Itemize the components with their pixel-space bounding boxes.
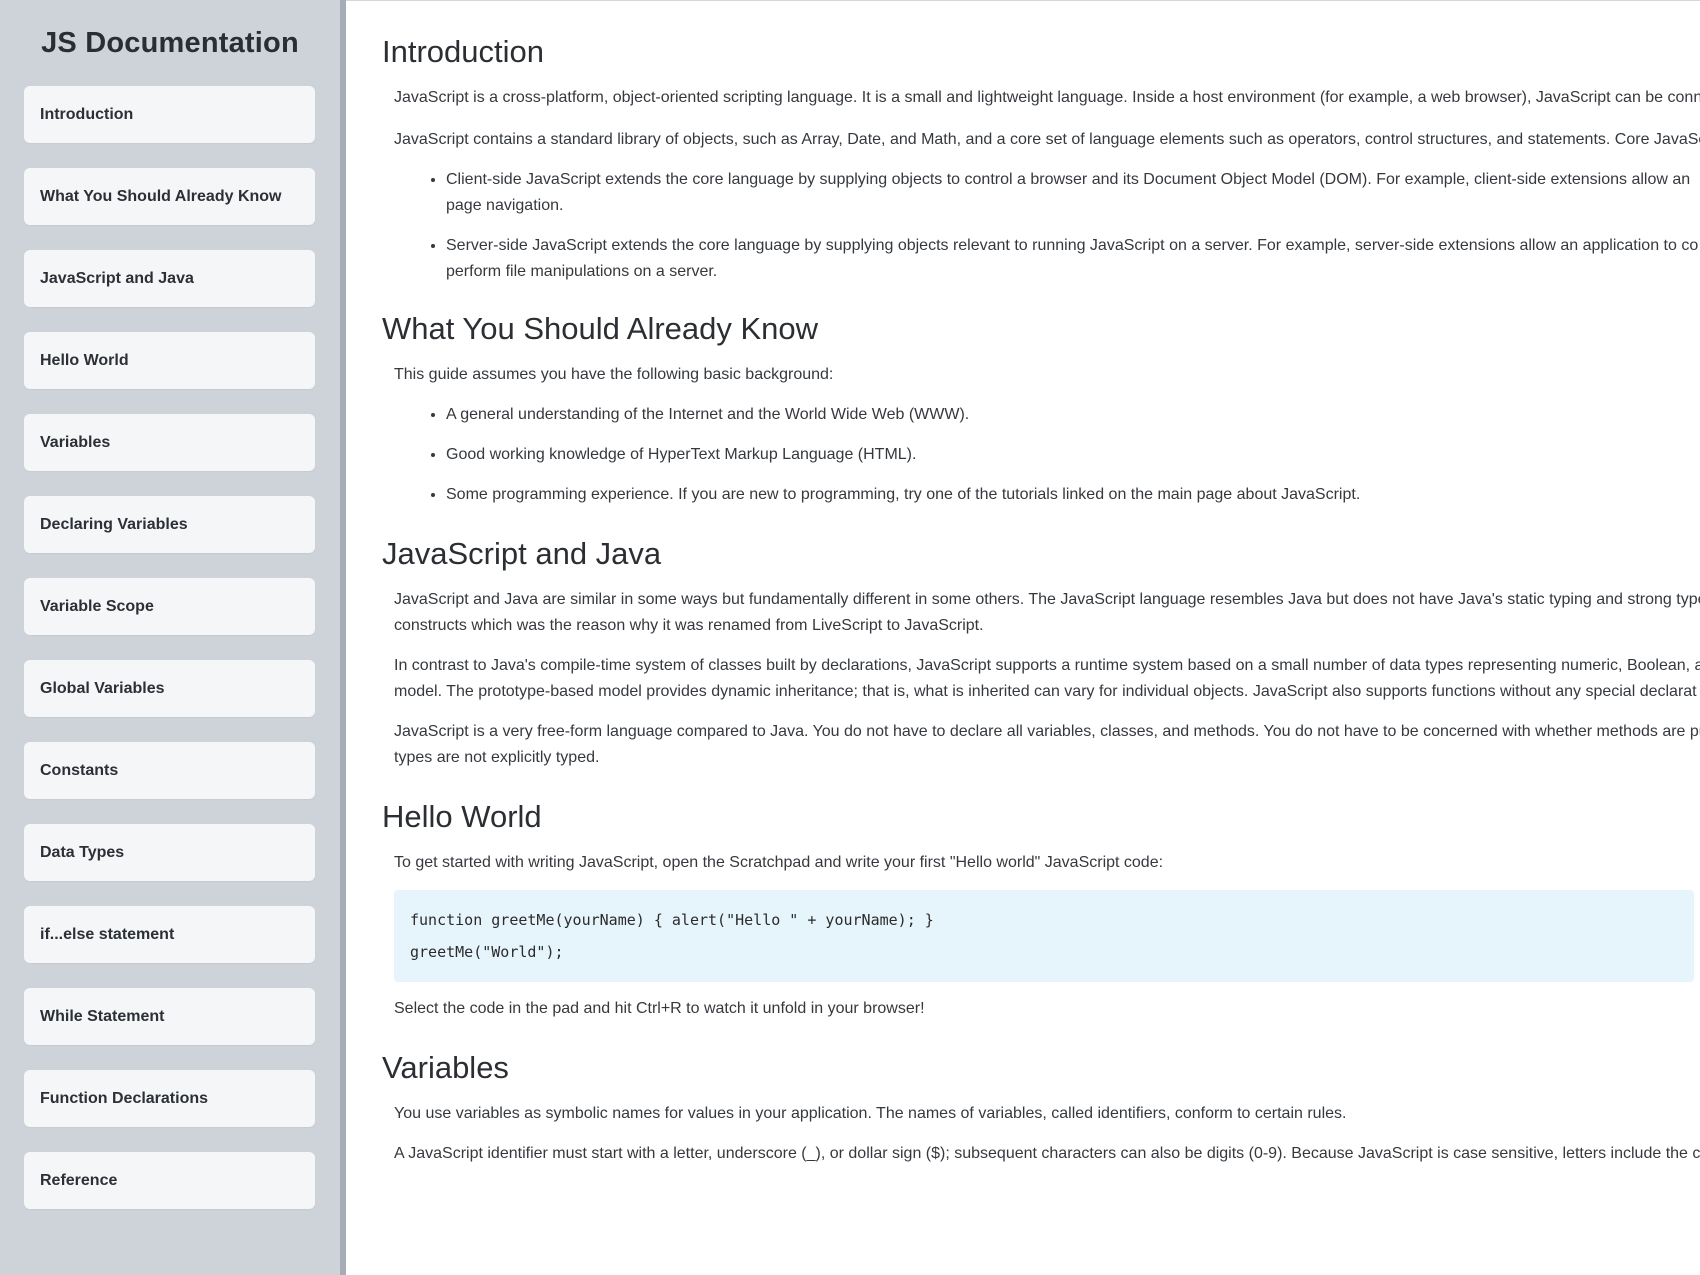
- nav-link-javascript-and-java[interactable]: JavaScript and Java: [24, 250, 315, 307]
- nav-link-variable-scope[interactable]: Variable Scope: [24, 578, 315, 635]
- navbar: JS Documentation Introduction What You S…: [0, 0, 346, 1275]
- paragraph: JavaScript is a very free-form language …: [394, 723, 1700, 766]
- section-javascript-and-java: JavaScript and Java JavaScript and Java …: [382, 508, 1700, 771]
- paragraph: JavaScript is a cross-platform, object-o…: [394, 89, 1700, 106]
- paragraph: You use variables as symbolic names for …: [394, 1105, 1347, 1122]
- nav-link-reference[interactable]: Reference: [24, 1152, 315, 1209]
- bullet-list: A general understanding of the Internet …: [394, 402, 1700, 508]
- navbar-title: JS Documentation: [41, 26, 299, 59]
- nav-link-global-variables[interactable]: Global Variables: [24, 660, 315, 717]
- section-hello-world: Hello World To get started with writing …: [382, 771, 1700, 1022]
- paragraph: Select the code in the pad and hit Ctrl+…: [394, 1000, 925, 1017]
- section-introduction: Introduction JavaScript is a cross-platf…: [382, 1, 1700, 285]
- list-item: Server-side JavaScript extends the core …: [446, 233, 1700, 285]
- nav-link-hello-world[interactable]: Hello World: [24, 332, 315, 389]
- list-item: A general understanding of the Internet …: [446, 402, 1700, 428]
- nav-link-what-you-should-already-know[interactable]: What You Should Already Know: [24, 168, 315, 225]
- section-what-you-should-already-know: What You Should Already Know This guide …: [382, 285, 1700, 508]
- code-line: greetMe("World");: [410, 943, 564, 961]
- nav-link-data-types[interactable]: Data Types: [24, 824, 315, 881]
- code-line: function greetMe(yourName) { alert("Hell…: [410, 911, 934, 929]
- paragraph: In contrast to Java's compile-time syste…: [394, 657, 1700, 700]
- paragraph: This guide assumes you have the followin…: [394, 366, 834, 383]
- section-heading: What You Should Already Know: [382, 311, 819, 346]
- nav-link-function-declarations[interactable]: Function Declarations: [24, 1070, 315, 1127]
- list-item: Client-side JavaScript extends the core …: [446, 167, 1700, 219]
- nav-link-constants[interactable]: Constants: [24, 742, 315, 799]
- nav-link-variables[interactable]: Variables: [24, 414, 315, 471]
- bullet-list: Client-side JavaScript extends the core …: [394, 167, 1700, 285]
- list-item: Some programming experience. If you are …: [446, 482, 1700, 508]
- list-item: Good working knowledge of HyperText Mark…: [446, 442, 1700, 468]
- app-window: JS Documentation Introduction What You S…: [0, 0, 1700, 1275]
- nav-link-introduction[interactable]: Introduction: [24, 86, 315, 143]
- section-heading: JavaScript and Java: [382, 536, 662, 571]
- paragraph: JavaScript contains a standard library o…: [394, 131, 1700, 148]
- section-heading: Introduction: [382, 34, 544, 69]
- nav-link-if-else-statement[interactable]: if...else statement: [24, 906, 315, 963]
- nav-link-while-statement[interactable]: While Statement: [24, 988, 315, 1045]
- paragraph: To get started with writing JavaScript, …: [394, 854, 1164, 871]
- section-variables: Variables You use variables as symbolic …: [382, 1022, 1700, 1167]
- section-heading: Variables: [382, 1050, 509, 1085]
- nav-list: Introduction What You Should Already Kno…: [0, 86, 340, 1209]
- paragraph: A JavaScript identifier must start with …: [394, 1145, 1700, 1162]
- section-heading: Hello World: [382, 799, 542, 834]
- paragraph: JavaScript and Java are similar in some …: [394, 591, 1700, 634]
- nav-link-declaring-variables[interactable]: Declaring Variables: [24, 496, 315, 553]
- main-doc: Introduction JavaScript is a cross-platf…: [346, 0, 1700, 1275]
- code-block[interactable]: function greetMe(yourName) { alert("Hell…: [394, 890, 1694, 982]
